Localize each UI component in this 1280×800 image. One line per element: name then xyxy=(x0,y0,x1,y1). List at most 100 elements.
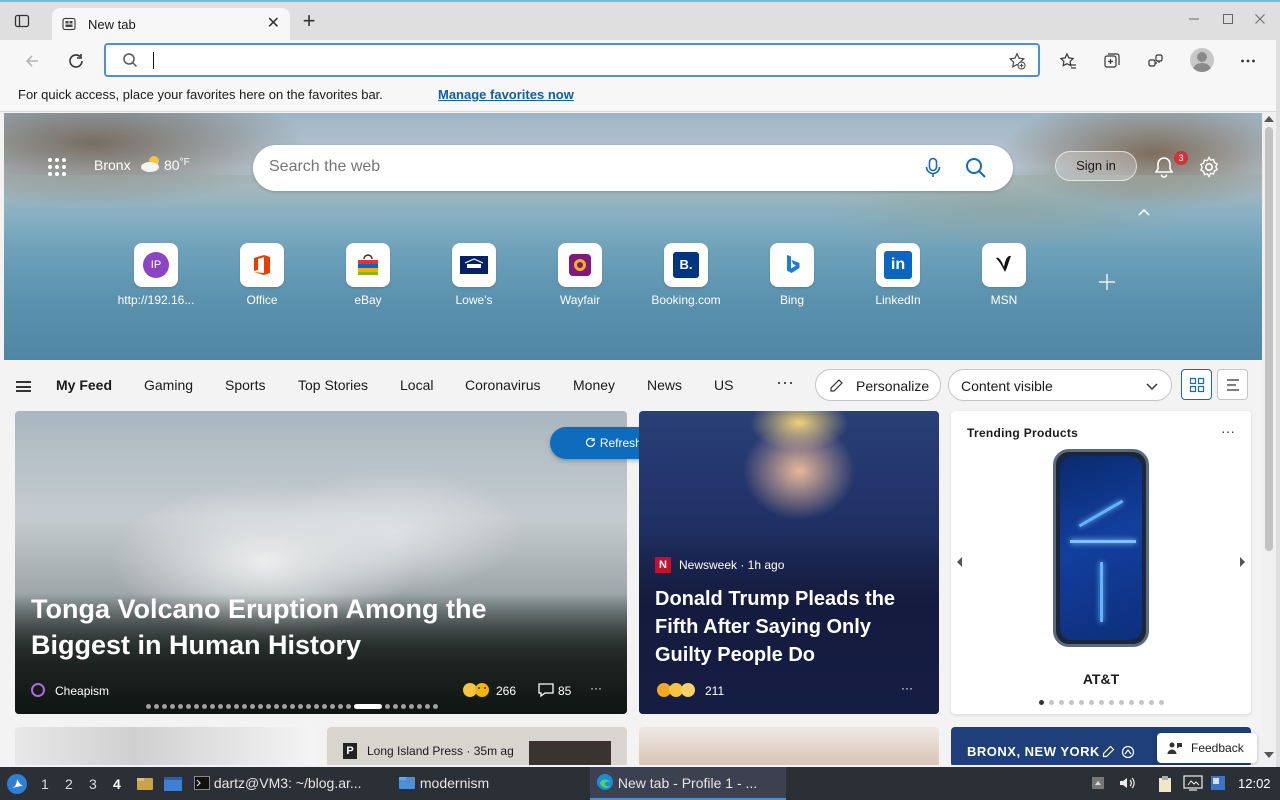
carousel-dot[interactable] xyxy=(1149,700,1154,705)
carousel-dot[interactable] xyxy=(154,703,159,709)
minimize-icon[interactable] xyxy=(1188,12,1200,28)
story-card-news[interactable]: N Newsweek · 1h ago Donald Trump Pleads … xyxy=(639,411,939,714)
carousel-dot[interactable] xyxy=(290,703,295,709)
carousel-dot[interactable] xyxy=(409,703,414,709)
microphone-icon[interactable] xyxy=(923,157,943,182)
tab-sports[interactable]: Sports xyxy=(225,377,265,393)
carousel-dot[interactable] xyxy=(1159,700,1164,705)
carousel-prev-icon[interactable] xyxy=(957,557,963,570)
carousel-dot[interactable] xyxy=(354,703,382,709)
taskbar-folder[interactable]: modernism xyxy=(394,767,584,800)
story-card-small[interactable] xyxy=(15,727,315,765)
carousel-dot[interactable] xyxy=(330,703,335,709)
back-icon[interactable] xyxy=(20,49,44,73)
tab-new-tab[interactable]: New tab ✕ xyxy=(52,8,290,42)
more-tabs-button[interactable]: ··· xyxy=(776,372,794,393)
file-manager-icon[interactable] xyxy=(136,775,154,796)
quick-link-tile[interactable]: Bing xyxy=(746,243,836,313)
collections-icon[interactable] xyxy=(1100,49,1124,73)
reaction-icons[interactable] xyxy=(461,681,493,702)
story-meta[interactable]: Long Island Press · 35m ag xyxy=(367,744,514,758)
carousel-dot[interactable] xyxy=(266,703,271,709)
profile-avatar[interactable] xyxy=(1190,48,1214,72)
carousel-dot[interactable] xyxy=(322,703,327,709)
story-card-small[interactable] xyxy=(639,727,939,765)
address-bar[interactable] xyxy=(104,43,1040,77)
tab-my-feed[interactable]: My Feed xyxy=(56,377,112,393)
start-menu-icon[interactable] xyxy=(6,773,28,795)
sign-in-button[interactable]: Sign in xyxy=(1055,151,1137,181)
story-headline[interactable]: Tonga Volcano Eruption Among the Biggest… xyxy=(31,591,551,663)
workspace-1[interactable]: 1 xyxy=(41,776,49,792)
carousel-dot[interactable] xyxy=(1119,700,1124,705)
carousel-dot[interactable] xyxy=(314,703,319,709)
volume-icon[interactable] xyxy=(1118,775,1136,794)
carousel-dot[interactable] xyxy=(393,703,398,709)
extensions-icon[interactable] xyxy=(1144,49,1168,73)
maximize-icon[interactable] xyxy=(1222,12,1234,28)
quick-link-tile[interactable]: eBay xyxy=(322,243,412,313)
story-card-main[interactable]: Tonga Volcano Eruption Among the Biggest… xyxy=(15,411,627,714)
carousel-dot[interactable] xyxy=(234,703,239,709)
workspace-4[interactable]: 4 xyxy=(113,776,121,792)
tab-us[interactable]: US xyxy=(714,377,733,393)
carousel-dot[interactable] xyxy=(1129,700,1134,705)
carousel-dot[interactable] xyxy=(425,703,430,709)
carousel-dot[interactable] xyxy=(178,703,183,709)
carousel-dot[interactable] xyxy=(433,703,438,709)
tab-coronavirus[interactable]: Coronavirus xyxy=(465,377,540,393)
carousel-dot[interactable] xyxy=(218,703,223,709)
menu-hamburger-icon[interactable] xyxy=(16,381,31,392)
scroll-up-icon[interactable] xyxy=(1264,115,1274,125)
workspace-3[interactable]: 3 xyxy=(89,776,97,792)
carousel-dot[interactable] xyxy=(202,703,207,709)
carousel-dot[interactable] xyxy=(186,703,191,709)
reaction-icons[interactable] xyxy=(655,681,699,702)
tab-close-icon[interactable]: ✕ xyxy=(267,16,280,32)
quick-link-tile[interactable]: Lowe's xyxy=(428,243,518,313)
carousel-dot[interactable] xyxy=(401,703,406,709)
scroll-down-icon[interactable] xyxy=(1264,751,1274,761)
content-visibility-select[interactable]: Content visible xyxy=(948,369,1172,401)
quick-link-tile[interactable]: IP http://192.16... xyxy=(110,243,200,313)
tray-app-icon[interactable] xyxy=(1090,775,1106,794)
story-more-button[interactable]: ··· xyxy=(901,681,913,695)
manage-favorites-link[interactable]: Manage favorites now xyxy=(438,87,574,102)
scrollbar-thumb[interactable] xyxy=(1265,127,1273,551)
story-card-small[interactable]: P Long Island Press · 35m ag xyxy=(327,727,627,765)
carousel-dot[interactable] xyxy=(194,703,199,709)
carousel-dot[interactable] xyxy=(282,703,287,709)
story-source[interactable]: Cheapism xyxy=(55,684,109,698)
quick-link-tile[interactable]: Wayfair xyxy=(534,243,624,313)
carousel-dot[interactable] xyxy=(250,703,255,709)
carousel-dot[interactable] xyxy=(1089,700,1094,705)
carousel-dot[interactable] xyxy=(1079,700,1084,705)
taskbar-browser[interactable]: New tab - Profile 1 - ... xyxy=(590,767,786,800)
tab-actions-icon[interactable] xyxy=(14,13,30,29)
window-thumbnail-icon[interactable] xyxy=(163,775,183,796)
refresh-icon[interactable] xyxy=(64,49,88,73)
page-settings-gear-icon[interactable] xyxy=(1198,156,1220,181)
trending-products-card[interactable]: Trending Products ··· AT&T xyxy=(951,411,1251,714)
tab-news[interactable]: News xyxy=(647,377,682,393)
carousel-dot[interactable] xyxy=(298,703,303,709)
story-more-button[interactable]: ··· xyxy=(590,681,602,695)
network-icon[interactable] xyxy=(1210,775,1226,794)
close-window-icon[interactable] xyxy=(1254,12,1266,28)
new-tab-button[interactable]: + xyxy=(298,10,320,32)
grid-layout-icon[interactable] xyxy=(1181,369,1212,400)
apps-launcher-icon[interactable] xyxy=(48,158,66,176)
tab-gaming[interactable]: Gaming xyxy=(144,377,193,393)
story-headline[interactable]: Donald Trump Pleads the Fifth After Sayi… xyxy=(655,585,925,669)
carousel-dot[interactable] xyxy=(1059,700,1064,705)
carousel-dot[interactable] xyxy=(242,703,247,709)
story-meta[interactable]: Newsweek · 1h ago xyxy=(679,558,784,572)
product-brand[interactable]: AT&T xyxy=(951,671,1251,687)
carousel-dot[interactable] xyxy=(1069,700,1074,705)
add-favorite-icon[interactable] xyxy=(1008,52,1026,73)
tab-money[interactable]: Money xyxy=(573,377,615,393)
quick-link-tile[interactable]: MSN xyxy=(958,243,1048,313)
edit-location-icon[interactable] xyxy=(1101,745,1115,762)
product-phone-image[interactable] xyxy=(1053,449,1149,647)
trending-more-button[interactable]: ··· xyxy=(1221,423,1235,439)
